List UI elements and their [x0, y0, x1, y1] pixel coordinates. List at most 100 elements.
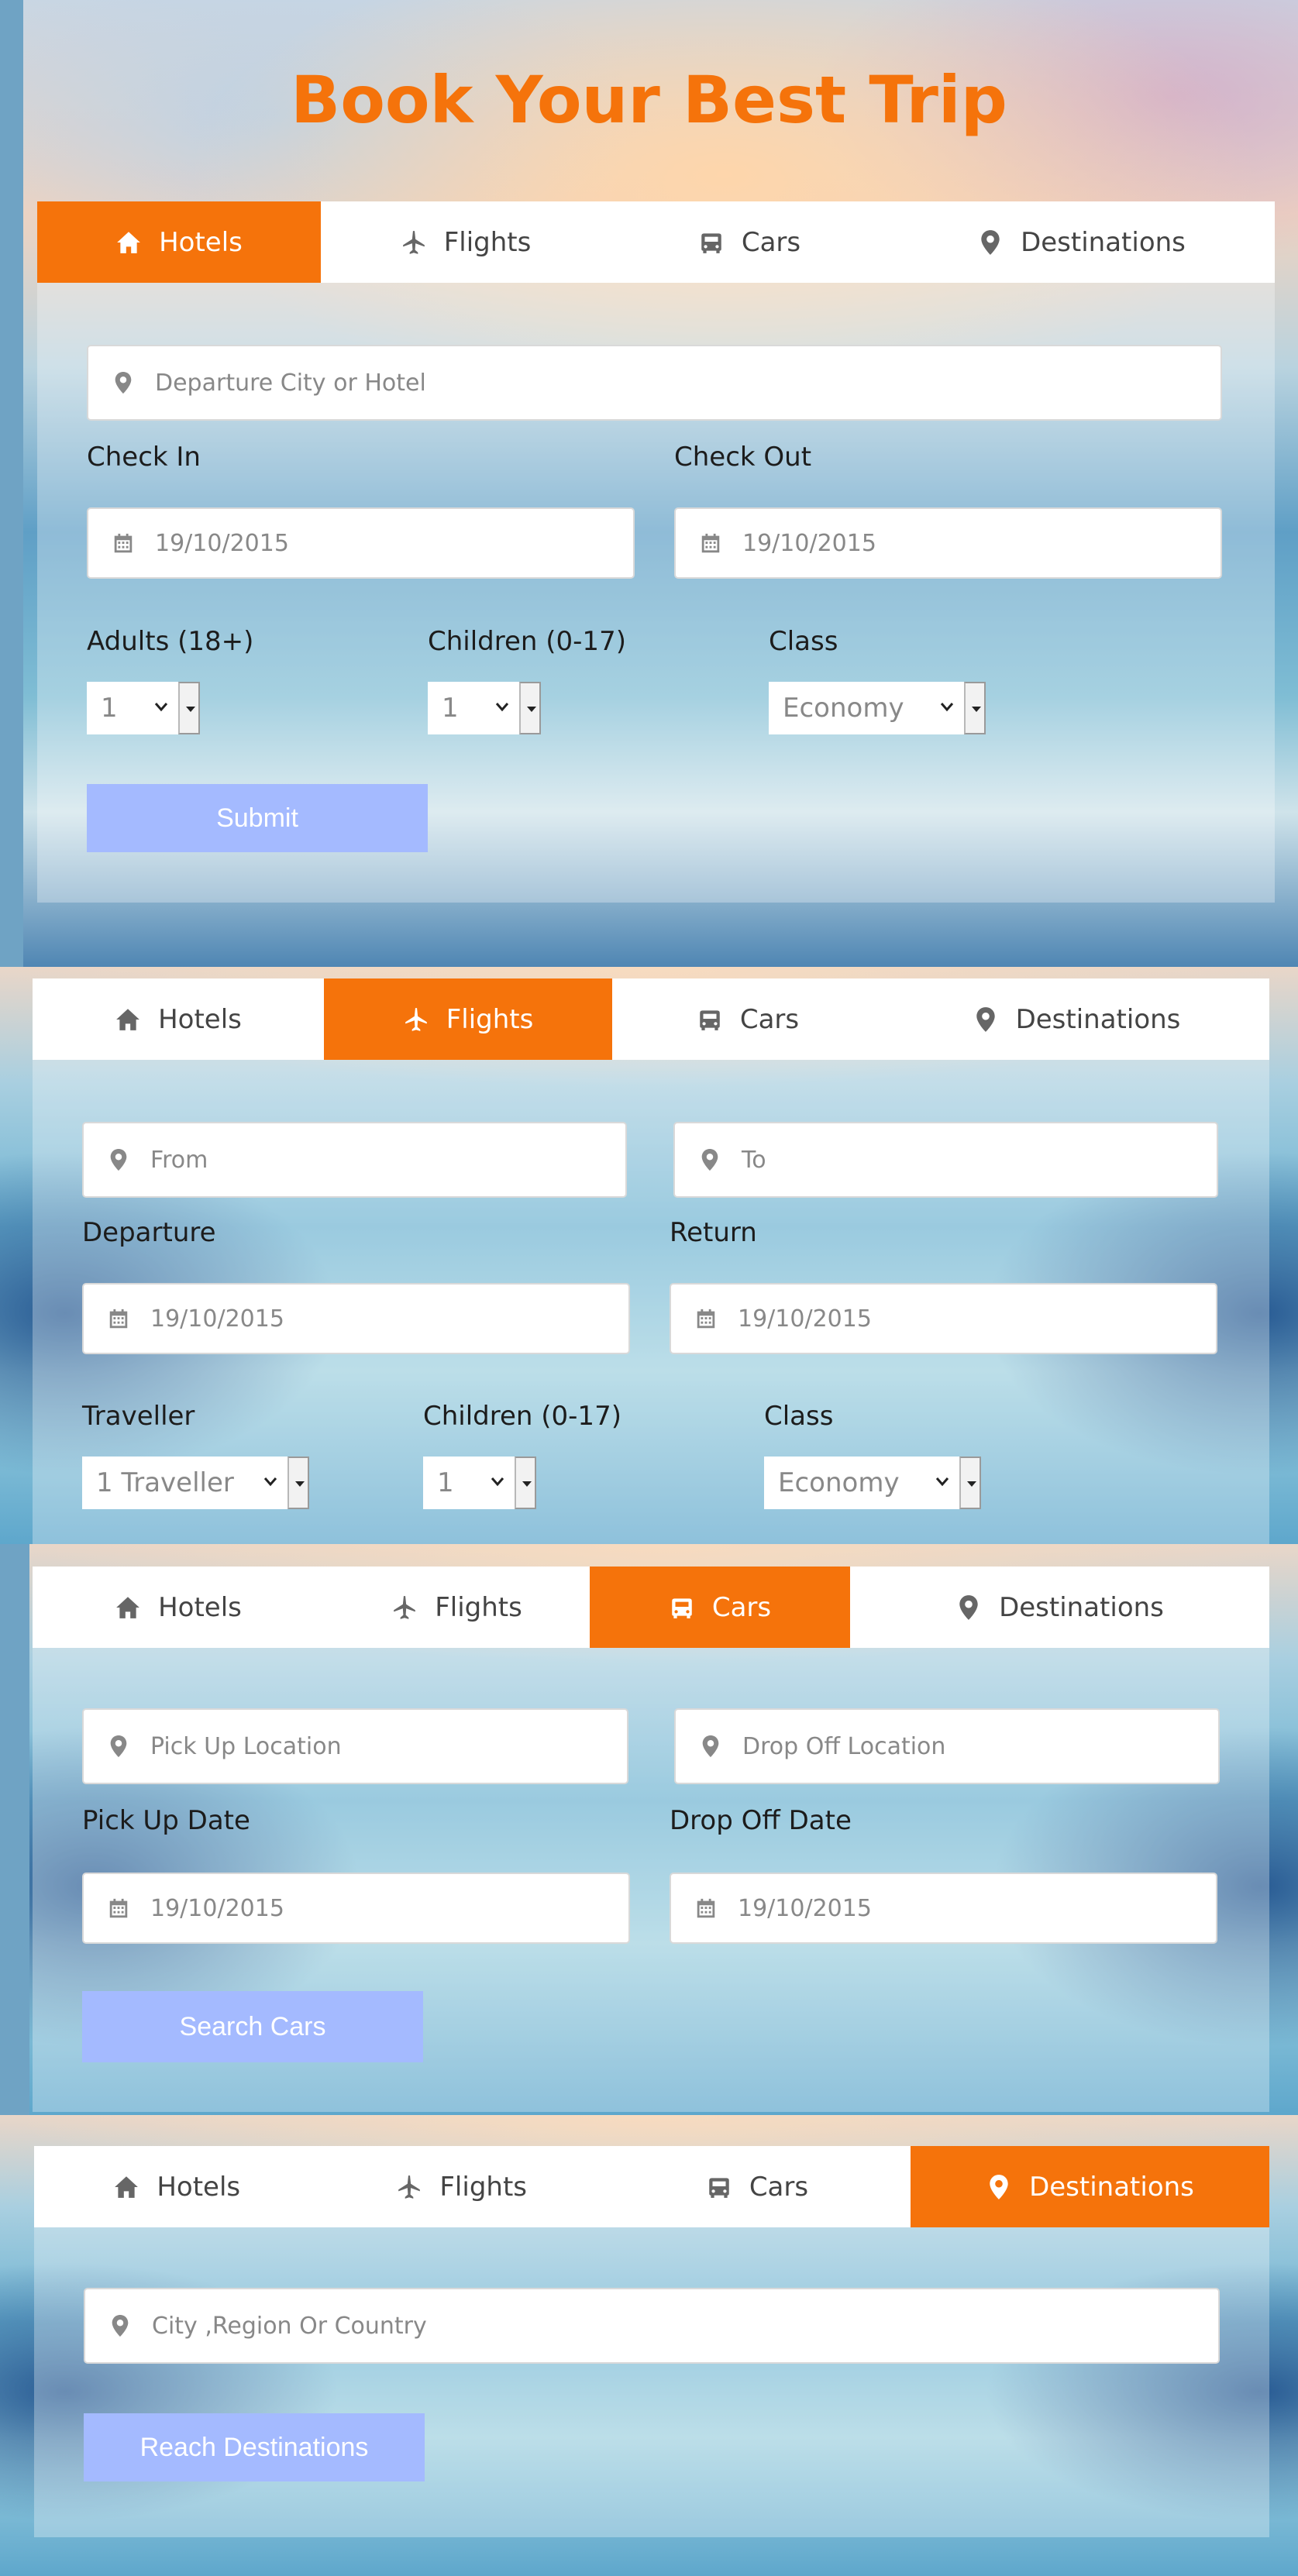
car-icon [698, 229, 725, 256]
departure-label: Departure [82, 1217, 216, 1248]
search-cars-button[interactable]: Search Cars [82, 1991, 423, 2062]
plane-icon [403, 1006, 429, 1033]
pickup-location-placeholder: Pick Up Location [150, 1732, 342, 1760]
class-select[interactable]: Economy [769, 682, 986, 734]
tab-flights-label: Flights [446, 1003, 534, 1035]
traveller-select-value: 1 Traveller [96, 1467, 234, 1498]
calendar-icon [694, 1307, 718, 1330]
map-marker-icon [112, 371, 135, 394]
tab-flights-label: Flights [439, 2171, 527, 2203]
traveller-select[interactable]: 1 Traveller [82, 1457, 309, 1509]
tab-cars-label: Cars [711, 1591, 772, 1623]
to-input[interactable]: To [673, 1122, 1218, 1198]
tab-hotels-label: Hotels [157, 2171, 241, 2203]
dropoff-location-input[interactable]: Drop Off Location [674, 1708, 1220, 1784]
chevron-down-icon [153, 699, 169, 714]
class-select-value: Economy [783, 693, 904, 724]
children-spinner[interactable] [515, 1457, 536, 1509]
departure-city-placeholder: Departure City or Hotel [155, 369, 426, 397]
destination-search-placeholder: City ,Region Or Country [152, 2312, 427, 2340]
calendar-icon [112, 531, 135, 555]
children-select-value: 1 [442, 693, 459, 724]
reach-destinations-button[interactable]: Reach Destinations [84, 2413, 425, 2481]
children-select[interactable]: 1 [428, 682, 541, 734]
calendar-icon [107, 1307, 130, 1330]
tab-hotels-label: Hotels [158, 1591, 242, 1623]
tab-flights[interactable]: Flights [321, 201, 611, 283]
tab-flights[interactable]: Flights [324, 1567, 590, 1648]
cars-panel: Hotels Flights Cars Destinations Pick Up… [33, 1567, 1269, 2112]
submit-button[interactable]: Submit [87, 784, 428, 852]
tab-destinations-label: Destinations [999, 1591, 1164, 1623]
tab-cars-label: Cars [741, 226, 801, 258]
traveller-spinner[interactable] [287, 1457, 309, 1509]
return-label: Return [670, 1217, 757, 1248]
dropoff-date-field[interactable]: 19/10/2015 [670, 1873, 1217, 1944]
tab-cars[interactable]: Cars [612, 978, 883, 1060]
map-marker-icon [107, 1148, 130, 1171]
children-select-value: 1 [437, 1467, 454, 1498]
tab-cars[interactable]: Cars [611, 201, 888, 283]
tab-bar: Hotels Flights Cars Destinations [34, 2146, 1269, 2227]
tab-hotels[interactable]: Hotels [33, 1567, 324, 1648]
pickup-date-field[interactable]: 19/10/2015 [82, 1873, 630, 1944]
tab-hotels[interactable]: Hotels [34, 2146, 319, 2227]
check-in-label: Check In [87, 442, 201, 473]
class-select[interactable]: Economy [764, 1457, 981, 1509]
departure-date-value: 19/10/2015 [150, 1305, 284, 1333]
calendar-icon [694, 1897, 718, 1920]
traveller-label: Traveller [82, 1401, 195, 1432]
pickup-date-value: 19/10/2015 [150, 1894, 284, 1922]
departure-city-input[interactable]: Departure City or Hotel [87, 345, 1222, 421]
tab-destinations-label: Destinations [1015, 1003, 1181, 1035]
destination-search-input[interactable]: City ,Region Or Country [84, 2288, 1220, 2364]
tab-destinations[interactable]: Destinations [910, 2146, 1269, 2227]
adults-spinner[interactable] [178, 682, 200, 734]
tab-flights[interactable]: Flights [319, 2146, 603, 2227]
tab-destinations-label: Destinations [1029, 2171, 1194, 2203]
tab-hotels-label: Hotels [159, 226, 243, 258]
dropoff-date-value: 19/10/2015 [738, 1894, 872, 1922]
chevron-down-icon [494, 699, 510, 714]
class-spinner[interactable] [964, 682, 986, 734]
children-spinner[interactable] [519, 682, 541, 734]
check-in-date-value: 19/10/2015 [155, 529, 289, 557]
check-out-date-value: 19/10/2015 [742, 529, 876, 557]
tab-bar: Hotels Flights Cars Destinations [37, 201, 1275, 283]
adults-select[interactable]: 1 [87, 682, 200, 734]
map-marker-icon [698, 1148, 721, 1171]
hotels-panel: Hotels Flights Cars Destinations Departu… [37, 201, 1275, 903]
map-marker-icon [699, 1735, 722, 1758]
tab-cars-label: Cars [739, 1003, 800, 1035]
children-label: Children (0-17) [423, 1401, 621, 1432]
departure-date-field[interactable]: 19/10/2015 [82, 1283, 630, 1354]
dropoff-date-label: Drop Off Date [670, 1805, 852, 1836]
tab-flights[interactable]: Flights [324, 978, 612, 1060]
tab-hotels[interactable]: Hotels [33, 978, 324, 1060]
class-spinner[interactable] [959, 1457, 981, 1509]
page-title: Book Your Best Trip [291, 62, 1007, 138]
from-input[interactable]: From [82, 1122, 627, 1198]
children-select[interactable]: 1 [423, 1457, 536, 1509]
map-marker-icon [973, 1006, 999, 1033]
tab-destinations[interactable]: Destinations [883, 978, 1269, 1060]
map-marker-icon [955, 1594, 982, 1621]
check-out-date-field[interactable]: 19/10/2015 [674, 507, 1222, 579]
tab-flights-label: Flights [443, 226, 532, 258]
tab-cars[interactable]: Cars [604, 2146, 911, 2227]
class-label: Class [764, 1401, 834, 1432]
return-date-field[interactable]: 19/10/2015 [670, 1283, 1217, 1354]
tab-destinations[interactable]: Destinations [888, 201, 1275, 283]
tab-cars[interactable]: Cars [590, 1567, 850, 1648]
adults-label: Adults (18+) [87, 626, 254, 657]
chevron-down-icon [939, 699, 955, 714]
home-icon [113, 2174, 139, 2200]
tab-hotels[interactable]: Hotels [37, 201, 321, 283]
pickup-location-input[interactable]: Pick Up Location [82, 1708, 628, 1784]
from-placeholder: From [150, 1146, 208, 1174]
tab-destinations[interactable]: Destinations [850, 1567, 1269, 1648]
dropoff-location-placeholder: Drop Off Location [742, 1732, 946, 1760]
check-in-date-field[interactable]: 19/10/2015 [87, 507, 635, 579]
tab-destinations-label: Destinations [1021, 226, 1186, 258]
home-icon [115, 1006, 141, 1033]
